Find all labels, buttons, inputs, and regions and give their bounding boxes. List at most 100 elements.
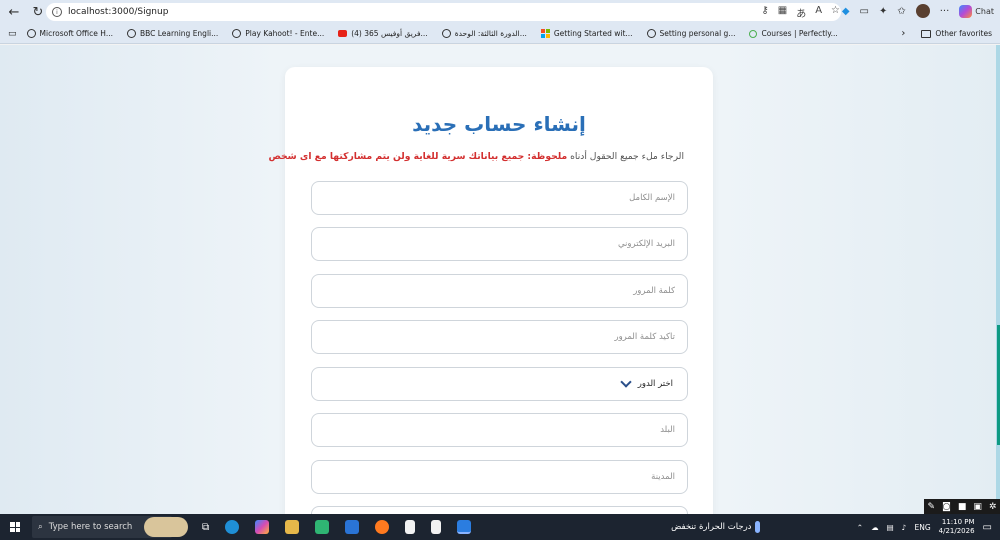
- extensions-puzzle-icon[interactable]: ✦: [879, 6, 887, 17]
- document-icon[interactable]: [405, 520, 416, 534]
- video-icon[interactable]: ■: [958, 502, 967, 512]
- email-field[interactable]: [311, 227, 688, 261]
- fullname-field[interactable]: [311, 181, 688, 215]
- country-field[interactable]: [311, 413, 688, 447]
- address-bar[interactable]: i localhost:3000/Signup: [46, 3, 841, 21]
- bookmark-label: (4) فريق أوفيس 365...: [351, 29, 428, 38]
- file-explorer-icon[interactable]: [285, 520, 300, 534]
- url-text: localhost:3000/Signup: [68, 7, 169, 17]
- notifications-icon[interactable]: ▭: [983, 522, 992, 533]
- folder-icon: [921, 29, 932, 38]
- firefox-icon[interactable]: [375, 520, 390, 534]
- page-title: إنشاء حساب جديد: [412, 112, 586, 136]
- bookmark-item[interactable]: الدورة الثالثة: الوحدة...: [441, 29, 527, 38]
- bookmark-label: الدورة الثالثة: الوحدة...: [454, 29, 527, 38]
- bookmarks-overflow-icon[interactable]: ›: [901, 28, 905, 39]
- globe-icon: [232, 29, 242, 38]
- copilot-chat-button[interactable]: Chat: [959, 4, 994, 18]
- bookmarks-bar: ▭ Microsoft Office H... BBC Learning Eng…: [0, 24, 1000, 44]
- clock[interactable]: 11:10 PM 4/21/2026: [939, 518, 975, 536]
- fullname-input[interactable]: [312, 182, 687, 214]
- windows-taskbar: ⌕ Type here to search ⧉ درجات الحرارة تن…: [0, 514, 1000, 540]
- country-input[interactable]: [312, 414, 687, 446]
- browser-right-controls: ◆ ▭ ✦ ✩ ··· Chat: [842, 4, 994, 18]
- bookmark-label: BBC Learning Engli...: [139, 29, 219, 38]
- more-menu-icon[interactable]: ···: [940, 6, 950, 17]
- extension-icon[interactable]: ◆: [842, 6, 850, 17]
- weather-widget[interactable]: درجات الحرارة تنخفض: [671, 521, 761, 533]
- confirm-password-input[interactable]: [312, 321, 687, 353]
- store-icon[interactable]: [315, 520, 330, 534]
- translate-icon[interactable]: あ: [796, 5, 806, 20]
- read-aloud-icon[interactable]: A: [815, 5, 822, 20]
- windows-start-icon[interactable]: [10, 522, 20, 532]
- network-icon[interactable]: ▤: [887, 523, 894, 532]
- bookmark-item[interactable]: Setting personal g...: [646, 29, 736, 38]
- copilot-taskbar-icon[interactable]: [255, 520, 270, 534]
- vscode-icon[interactable]: [457, 520, 472, 534]
- capture-toolbar: ✎ ◙ ■ ▣ ✲: [924, 499, 1000, 514]
- task-view-icon[interactable]: ⧉: [202, 522, 209, 533]
- clock-date: 4/21/2026: [938, 527, 975, 535]
- favorite-star-icon[interactable]: ☆: [831, 5, 840, 20]
- note-text: الرجاء ملء جميع الحقول أدناه: [570, 151, 684, 162]
- document-icon[interactable]: [431, 520, 442, 534]
- search-placeholder: Type here to search: [48, 522, 133, 532]
- chevron-down-icon: [620, 376, 632, 388]
- bookmark-item[interactable]: Courses | Perfectly...: [749, 29, 838, 38]
- back-icon[interactable]: ←: [4, 2, 24, 22]
- mail-icon[interactable]: [345, 520, 360, 534]
- page-viewport: إنشاء حساب جديد الرجاء ملء جميع الحقول أ…: [0, 45, 1000, 514]
- email-input[interactable]: [312, 228, 687, 260]
- pen-icon[interactable]: ✎: [928, 502, 936, 512]
- other-favorites[interactable]: Other favorites: [921, 29, 992, 38]
- chevron-up-icon[interactable]: ⌃: [857, 523, 863, 532]
- weather-text: درجات الحرارة تنخفض: [671, 522, 752, 532]
- settings-gear-icon[interactable]: ✲: [989, 502, 997, 512]
- password-field[interactable]: [311, 274, 688, 308]
- password-input[interactable]: [312, 275, 687, 307]
- globe-icon: [26, 29, 36, 38]
- clock-time: 11:10 PM: [941, 517, 975, 526]
- confirm-password-field[interactable]: [311, 320, 688, 354]
- refresh-icon[interactable]: ↻: [28, 2, 48, 22]
- camera-icon[interactable]: ◙: [942, 502, 951, 512]
- onedrive-icon[interactable]: ☁: [871, 523, 879, 532]
- split-screen-icon[interactable]: ▭: [860, 6, 869, 17]
- profile-avatar[interactable]: [915, 4, 930, 18]
- globe-icon: [441, 29, 451, 38]
- city-input[interactable]: [312, 461, 687, 493]
- role-select[interactable]: اختر الدور: [311, 367, 688, 401]
- chat-label: Chat: [975, 6, 994, 16]
- edge-icon[interactable]: [225, 520, 240, 534]
- next-field[interactable]: [311, 506, 688, 514]
- site-info-icon[interactable]: i: [52, 7, 62, 17]
- youtube-icon: [338, 30, 348, 37]
- system-tray: ⌃ ☁ ▤ ♪ ENG 11:10 PM 4/21/2026 ▭: [857, 514, 992, 540]
- city-field[interactable]: [311, 460, 688, 494]
- apps-icon[interactable]: ▦: [778, 5, 787, 20]
- other-favorites-label: Other favorites: [935, 29, 992, 38]
- copilot-icon: [959, 4, 973, 18]
- form-note: الرجاء ملء جميع الحقول أدناه ملحوظة: جمي…: [269, 151, 684, 162]
- bookmark-item[interactable]: (4) فريق أوفيس 365...: [338, 29, 428, 38]
- volume-icon[interactable]: ♪: [902, 523, 907, 532]
- bookmark-item[interactable]: Microsoft Office H...: [26, 29, 113, 38]
- thermometer-icon: [755, 521, 761, 533]
- signup-card: إنشاء حساب جديد الرجاء ملء جميع الحقول أ…: [269, 67, 713, 514]
- search-icon: ⌕: [38, 522, 43, 532]
- bookmark-item[interactable]: Play Kahoot! - Ente...: [232, 29, 324, 38]
- key-icon[interactable]: ⚷: [761, 5, 768, 20]
- favorites-icon[interactable]: ✩: [897, 6, 905, 17]
- bookmark-label: Getting Started wit...: [553, 29, 633, 38]
- collections-icon[interactable]: ▭: [8, 29, 17, 39]
- bookmark-item[interactable]: BBC Learning Engli...: [126, 29, 219, 38]
- bookmark-label: Setting personal g...: [659, 29, 736, 38]
- bookmark-item[interactable]: Getting Started wit...: [540, 29, 633, 38]
- search-highlight-image: [144, 517, 188, 537]
- bookmark-label: Microsoft Office H...: [39, 29, 113, 38]
- language-indicator[interactable]: ENG: [914, 523, 930, 532]
- microsoft-icon: [540, 29, 550, 38]
- note-warning: ملحوظة: جميع بياناتك سرية للغاية ولن يتم…: [268, 151, 568, 162]
- window-icon[interactable]: ▣: [973, 502, 982, 512]
